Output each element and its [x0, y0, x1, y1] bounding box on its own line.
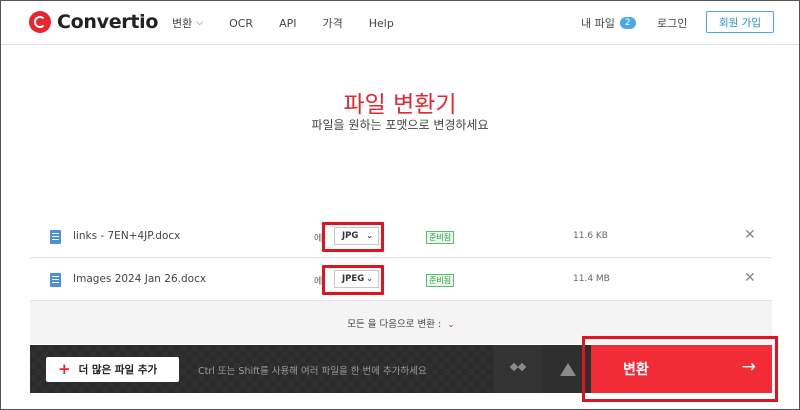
nav-item-pricing[interactable]: 가격	[322, 15, 342, 31]
my-files-label: 내 파일	[581, 17, 615, 30]
page-title: 파일 변환기	[343, 92, 457, 118]
file-size: 11.4 MB	[573, 274, 610, 284]
convert-all-control[interactable]: 모든 을 다음으로 변환 : ⌄	[30, 316, 772, 330]
file-count-badge: 2	[619, 17, 636, 29]
status-badge: 준비됨	[426, 231, 455, 244]
nav-item-convert[interactable]: 변환 ⌵	[172, 15, 203, 31]
google-drive-icon	[560, 362, 576, 376]
format-value: JPG	[342, 231, 359, 241]
dropbox-icon	[511, 363, 525, 375]
main-nav: 변환 ⌵ OCR API 가격 Help	[172, 15, 420, 31]
signup-button[interactable]: 회원 가입	[706, 11, 774, 33]
chevron-down-icon: ⌄	[447, 320, 455, 330]
dropbox-button[interactable]	[493, 345, 543, 393]
nav-item-ocr[interactable]: OCR	[229, 15, 253, 31]
chevron-down-icon: ⌵	[196, 18, 204, 28]
file-size: 11.6 KB	[573, 231, 608, 241]
file-name: Images 2024 Jan 26.docx	[73, 273, 207, 285]
close-icon[interactable]: ✕	[744, 270, 756, 286]
logo[interactable]: Convertio	[29, 11, 158, 33]
login-link[interactable]: 로그인	[657, 15, 687, 31]
format-select[interactable]: JPG ⌄	[334, 227, 379, 245]
format-value: JPEG	[342, 274, 365, 284]
nav-item-label: 변환	[172, 17, 193, 30]
add-files-label: 더 많은 파일 추가	[78, 364, 158, 376]
file-name: links - 7EN+4JP.docx	[73, 230, 181, 242]
file-row: links - 7EN+4JP.docx 에 JPG ⌄ 준비됨 11.6 KB…	[30, 216, 772, 258]
arrow-right-icon: →	[741, 357, 756, 377]
nav-item-label: API	[279, 16, 297, 30]
convert-all-label: 모든 을 다음으로 변환 :	[347, 319, 442, 330]
page-subtitle: 파일을 원하는 포맷으로 변경하세요	[311, 118, 489, 132]
add-files-button[interactable]: + 더 많은 파일 추가	[46, 357, 179, 382]
convert-label: 변환	[623, 362, 649, 378]
chevron-down-icon: ⌄	[366, 274, 373, 283]
multi-select-hint: Ctrl 또는 Shift를 사용해 여러 파일을 한 번에 추가하세요	[198, 366, 427, 377]
chevron-down-icon: ⌄	[366, 231, 373, 240]
file-row: Images 2024 Jan 26.docx 에 JPEG ⌄ 준비됨 11.…	[30, 259, 772, 301]
top-header: Convertio 변환 ⌵ OCR API 가격 Help 내 파일 2 로그…	[1, 1, 799, 45]
word-document-icon	[50, 230, 61, 244]
nav-item-label: Help	[368, 16, 394, 30]
close-icon[interactable]: ✕	[744, 227, 756, 243]
convert-button[interactable]: 변환 →	[591, 345, 772, 393]
word-document-icon	[50, 273, 61, 287]
convertio-logo-icon	[29, 11, 51, 33]
plus-icon: +	[58, 360, 71, 378]
nav-item-api[interactable]: API	[279, 15, 296, 31]
nav-item-label: OCR	[229, 16, 254, 30]
format-select[interactable]: JPEG ⌄	[334, 270, 379, 288]
status-badge: 준비됨	[426, 274, 455, 287]
nav-item-help[interactable]: Help	[369, 15, 394, 31]
nav-item-label: 가격	[322, 17, 343, 30]
my-files-link[interactable]: 내 파일 2	[581, 15, 636, 31]
logo-text: Convertio	[57, 11, 159, 33]
